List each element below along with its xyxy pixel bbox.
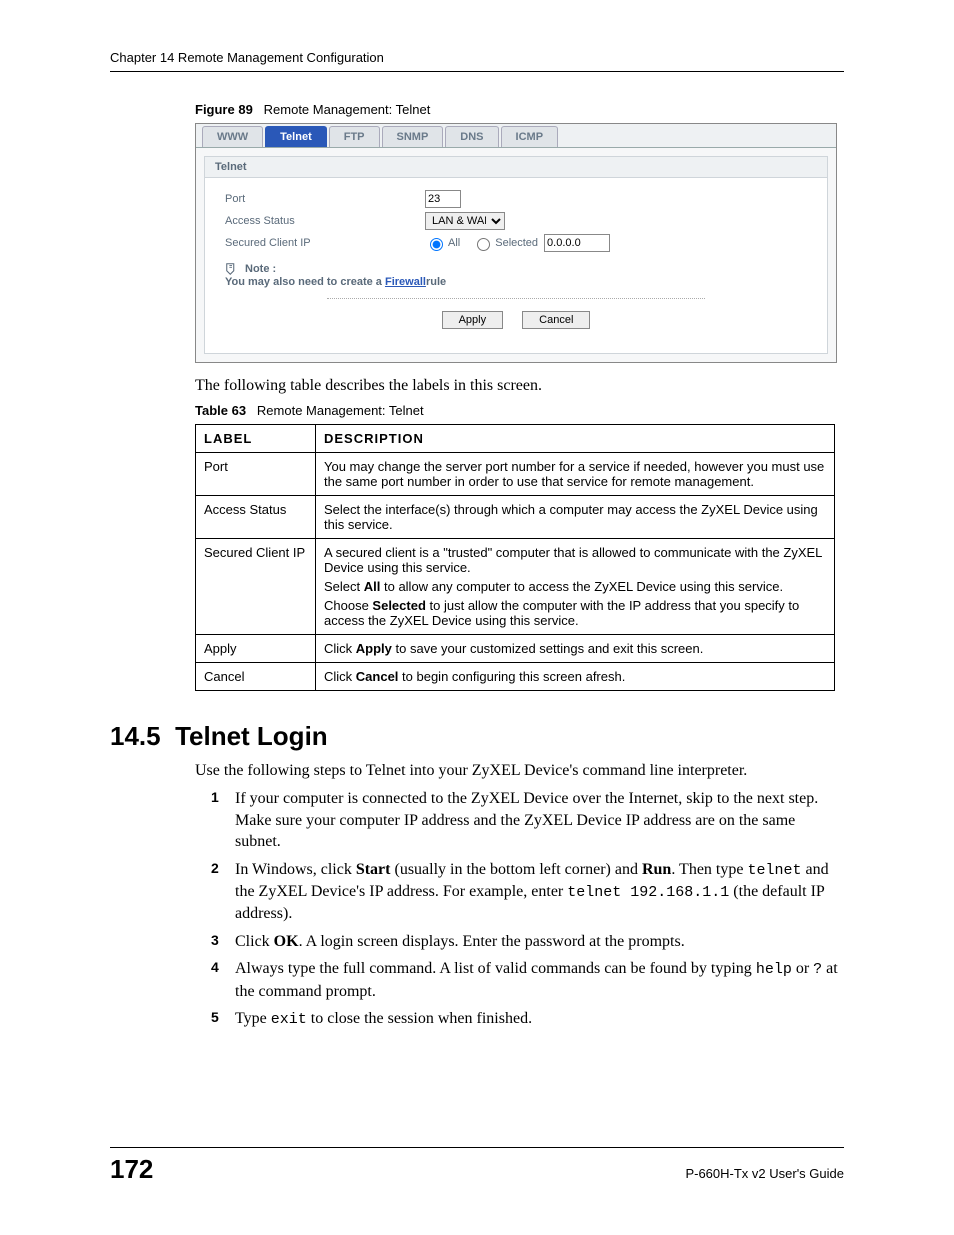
- section-number: 14.5: [110, 721, 161, 751]
- tab-www[interactable]: WWW: [202, 126, 263, 147]
- tab-snmp[interactable]: SNMP: [382, 126, 444, 147]
- radio-all-label: All: [448, 237, 460, 249]
- cell-desc: Click Cancel to begin configuring this s…: [316, 663, 835, 691]
- secured-client-label: Secured Client IP: [225, 237, 425, 249]
- tab-telnet[interactable]: Telnet: [265, 126, 327, 147]
- cell-desc: You may change the server port number fo…: [316, 453, 835, 496]
- cell-label: Cancel: [196, 663, 316, 691]
- radio-all[interactable]: [430, 238, 443, 251]
- running-header: Chapter 14 Remote Management Configurati…: [110, 50, 844, 65]
- table-row: Cancel Click Cancel to begin configuring…: [196, 663, 835, 691]
- button-row: Apply Cancel: [225, 307, 807, 339]
- description-table: LABEL DESCRIPTION Port You may change th…: [195, 424, 835, 691]
- figure-caption-text: Remote Management: Telnet: [264, 102, 431, 117]
- table-row: Access Status Select the interface(s) th…: [196, 496, 835, 539]
- firewall-link[interactable]: Firewall: [385, 276, 426, 288]
- note-row: Note :: [225, 262, 807, 276]
- cell-label: Secured Client IP: [196, 539, 316, 635]
- panel-title: Telnet: [205, 157, 827, 178]
- table-header-row: LABEL DESCRIPTION: [196, 425, 835, 453]
- list-item: 5Type exit to close the session when fin…: [235, 1008, 844, 1030]
- cell-desc-p: Choose Selected to just allow the comput…: [324, 598, 826, 628]
- tab-icmp[interactable]: ICMP: [501, 126, 559, 147]
- section-intro: Use the following steps to Telnet into y…: [110, 762, 844, 780]
- table-caption-text: Remote Management: Telnet: [257, 403, 424, 418]
- access-status-select[interactable]: LAN & WAN: [425, 212, 505, 230]
- radio-selected[interactable]: [477, 238, 490, 251]
- figure-screenshot: WWW Telnet FTP SNMP DNS ICMP Telnet Port…: [195, 123, 837, 363]
- tabs-row: WWW Telnet FTP SNMP DNS ICMP: [196, 124, 836, 148]
- list-item: 1If your computer is connected to the Zy…: [235, 788, 844, 853]
- note-prefix: You may also need to create a: [225, 276, 385, 288]
- dotted-separator: [327, 298, 705, 299]
- table-label: Table 63: [195, 403, 246, 418]
- table-row: Apply Click Apply to save your customize…: [196, 635, 835, 663]
- th-label: LABEL: [196, 425, 316, 453]
- table-row: Secured Client IP A secured client is a …: [196, 539, 835, 635]
- tab-ftp[interactable]: FTP: [329, 126, 380, 147]
- header-rule: [110, 71, 844, 72]
- footer-rule: [110, 1147, 844, 1148]
- panel: Telnet Port Access Status LAN & WAN Secu…: [204, 156, 828, 354]
- section-heading: 14.5 Telnet Login: [110, 721, 844, 752]
- cell-desc: Click Apply to save your customized sett…: [316, 635, 835, 663]
- note-suffix: rule: [426, 276, 446, 288]
- intro-para: The following table describes the labels…: [110, 377, 844, 395]
- cell-desc-p: Select All to allow any computer to acce…: [324, 579, 826, 594]
- cell-desc-p: A secured client is a "trusted" computer…: [324, 545, 826, 575]
- list-item: 2In Windows, click Start (usually in the…: [235, 859, 844, 925]
- list-item: 4Always type the full command. A list of…: [235, 958, 844, 1002]
- table-row: Port You may change the server port numb…: [196, 453, 835, 496]
- guide-name: P-660H-Tx v2 User's Guide: [685, 1166, 844, 1181]
- radio-all-wrap[interactable]: All: [425, 235, 460, 251]
- page-footer: 172 P-660H-Tx v2 User's Guide: [110, 1147, 844, 1185]
- access-status-label: Access Status: [225, 215, 425, 227]
- port-label: Port: [225, 193, 425, 205]
- cell-label: Port: [196, 453, 316, 496]
- figure-caption: Figure 89 Remote Management: Telnet: [110, 102, 844, 117]
- port-input[interactable]: [425, 190, 461, 208]
- note-label: Note :: [245, 263, 276, 275]
- steps-list: 1If your computer is connected to the Zy…: [110, 788, 844, 1031]
- note-icon: [225, 262, 239, 276]
- list-item: 3Click OK. A login screen displays. Ente…: [235, 931, 844, 953]
- tab-dns[interactable]: DNS: [445, 126, 498, 147]
- cell-label: Access Status: [196, 496, 316, 539]
- page-number: 172: [110, 1154, 153, 1185]
- cell-label: Apply: [196, 635, 316, 663]
- selected-ip-input[interactable]: [544, 234, 610, 252]
- cell-desc: Select the interface(s) through which a …: [316, 496, 835, 539]
- radio-selected-wrap[interactable]: Selected: [472, 235, 538, 251]
- cell-desc: A secured client is a "trusted" computer…: [316, 539, 835, 635]
- cancel-button[interactable]: Cancel: [522, 311, 590, 329]
- form-area: Port Access Status LAN & WAN Secured Cli…: [205, 178, 827, 353]
- section-title: Telnet Login: [175, 721, 328, 751]
- note-text: You may also need to create a Firewallru…: [225, 276, 807, 288]
- table-caption: Table 63 Remote Management: Telnet: [110, 403, 844, 418]
- radio-selected-label: Selected: [495, 237, 538, 249]
- th-description: DESCRIPTION: [316, 425, 835, 453]
- apply-button[interactable]: Apply: [442, 311, 504, 329]
- figure-label: Figure 89: [195, 102, 253, 117]
